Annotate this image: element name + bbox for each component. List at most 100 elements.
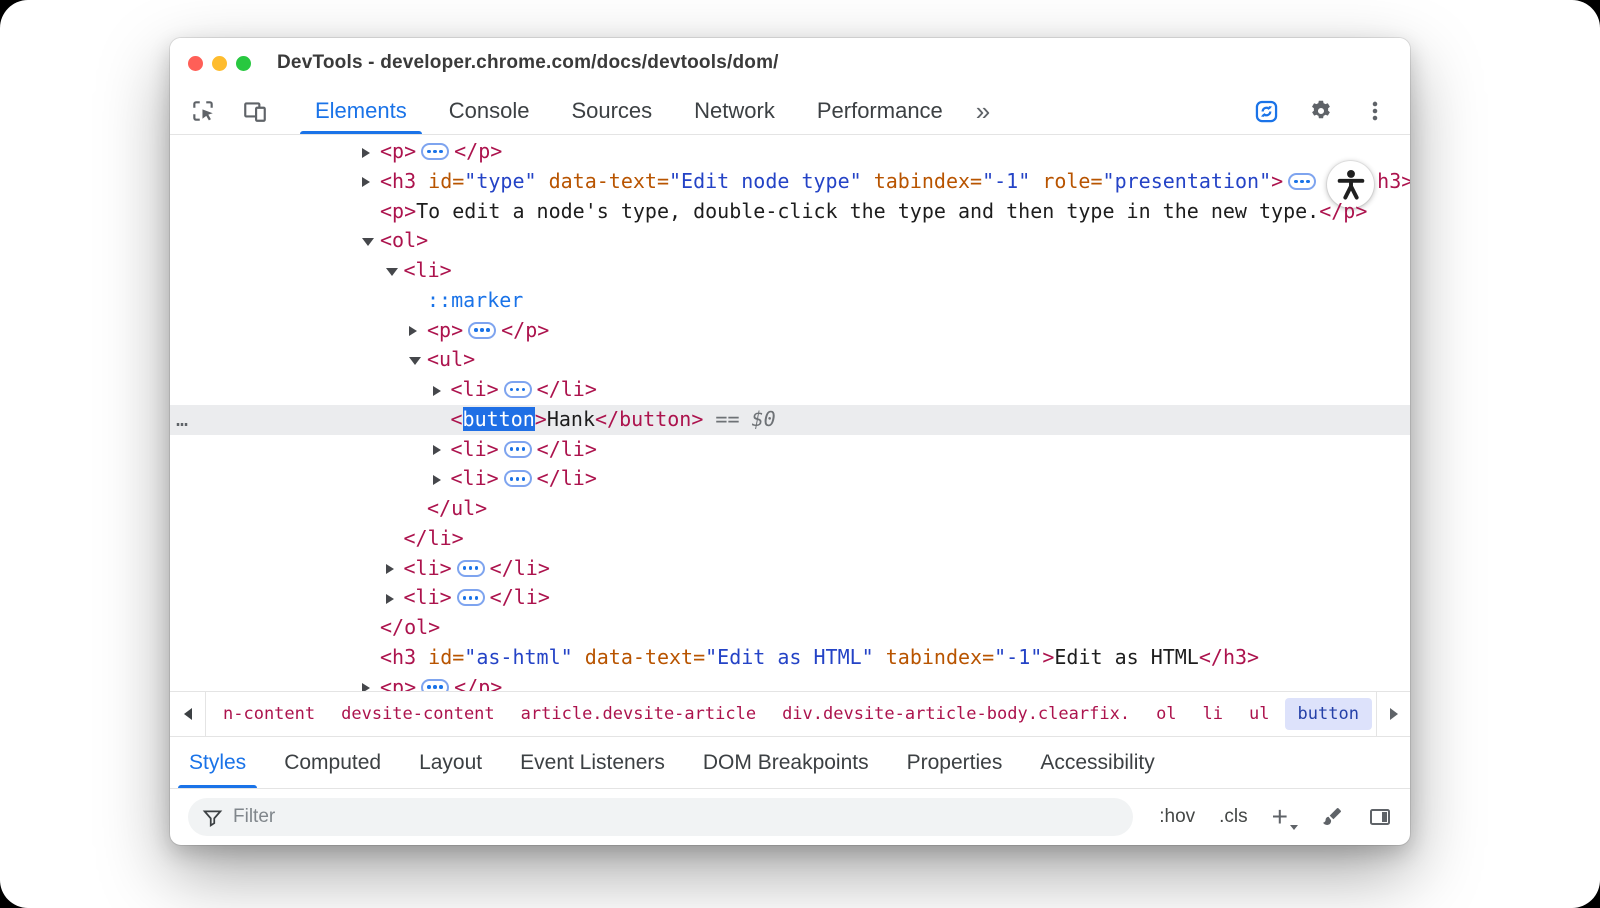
ellipsis-dot	[433, 685, 437, 689]
tab-dom-breakpoints[interactable]: DOM Breakpoints	[684, 737, 888, 788]
ellipsis-expand-button[interactable]	[421, 143, 449, 160]
dom-tree-row[interactable]: <li></li>	[170, 464, 1410, 494]
left-arrow-icon	[184, 708, 192, 720]
dom-tree-row[interactable]: </ol>	[170, 613, 1410, 643]
syntax-tag: <p>	[427, 318, 463, 342]
dom-tree-row[interactable]: <h3 id="as-html" data-text="Edit as HTML…	[170, 643, 1410, 673]
ellipsis-expand-button[interactable]	[457, 589, 485, 606]
row-overflow-dots[interactable]: …	[176, 405, 189, 435]
breadcrumb-item-ul[interactable]: ul	[1238, 698, 1280, 730]
breadcrumb-item-ol[interactable]: ol	[1145, 698, 1187, 730]
ellipsis-expand-button[interactable]	[1288, 173, 1316, 190]
dom-tree-row[interactable]: <li></li>	[170, 375, 1410, 405]
breadcrumb-item-div-devsite-article-body-clearfix[interactable]: div.devsite-article-body.clearfix.	[771, 698, 1141, 730]
more-tabs-button[interactable]: »	[964, 88, 1002, 134]
disclosure-right-arrow-icon[interactable]	[433, 445, 441, 455]
dom-tree-row[interactable]: <p></p>	[170, 673, 1410, 692]
dom-tree-row[interactable]: </ul>	[170, 494, 1410, 524]
dom-tree-row[interactable]: <li></li>	[170, 583, 1410, 613]
dom-tree-row[interactable]: <li></li>	[170, 435, 1410, 465]
ellipsis-dot	[427, 150, 431, 154]
more-options-icon[interactable]	[1362, 98, 1388, 124]
dom-tree-row[interactable]: <p>To edit a node's type, double-click t…	[170, 197, 1410, 227]
ellipsis-expand-button[interactable]	[468, 322, 496, 339]
tab-computed[interactable]: Computed	[265, 737, 400, 788]
tab-layout[interactable]: Layout	[400, 737, 501, 788]
ellipsis-dot	[463, 566, 467, 570]
breadcrumb-item-button[interactable]: button	[1285, 698, 1372, 730]
ellipsis-dot	[1306, 180, 1310, 184]
dom-tree-row[interactable]: <h3 id="type" data-text="Edit node type"…	[170, 167, 1410, 197]
breadcrumb-scroll-right-button[interactable]	[1376, 692, 1410, 736]
tab-network[interactable]: Network	[673, 88, 796, 134]
tab-properties[interactable]: Properties	[888, 737, 1022, 788]
disclosure-down-arrow-icon[interactable]	[386, 268, 398, 276]
syntax-eq: ==	[703, 407, 751, 431]
breadcrumb-scroll-left-button[interactable]	[170, 692, 206, 736]
disclosure-right-arrow-icon[interactable]	[362, 177, 370, 187]
device-toolbar-icon[interactable]	[242, 98, 268, 124]
breadcrumb-item-n-content[interactable]: n-content	[212, 698, 326, 730]
tab-sources[interactable]: Sources	[550, 88, 673, 134]
syntax-tag: <h3	[380, 169, 428, 193]
styles-toolbar: :hov .cls +	[170, 788, 1410, 845]
ellipsis-dot	[516, 477, 520, 481]
ellipsis-expand-button[interactable]	[457, 560, 485, 577]
screencast-icon[interactable]	[1253, 98, 1280, 125]
ellipsis-expand-button[interactable]	[504, 381, 532, 398]
disclosure-right-arrow-icon[interactable]	[433, 475, 441, 485]
dom-tree-row[interactable]: …<button>Hank</button> == $0	[170, 405, 1410, 435]
paintbrush-icon[interactable]	[1320, 805, 1344, 829]
dom-tree-panel: <p></p><h3 id="type" data-text="Edit nod…	[170, 135, 1410, 691]
minimize-button[interactable]	[212, 56, 227, 71]
syntax-attrval: "-1"	[982, 169, 1042, 193]
filter-box[interactable]	[188, 798, 1133, 836]
filter-funnel-icon	[202, 807, 223, 828]
dom-tree-row[interactable]: <p></p>	[170, 137, 1410, 167]
syntax-tag: </h3>	[1199, 645, 1259, 669]
disclosure-down-arrow-icon[interactable]	[362, 238, 374, 246]
disclosure-right-arrow-icon[interactable]	[386, 564, 394, 574]
main-tab-strip: ElementsConsoleSourcesNetworkPerformance	[294, 88, 964, 134]
inspect-element-icon[interactable]	[190, 98, 216, 124]
disclosure-right-arrow-icon[interactable]	[433, 386, 441, 396]
ellipsis-dot	[516, 447, 520, 451]
dock-sidebar-icon[interactable]	[1368, 805, 1392, 829]
syntax-tag: <li>	[451, 377, 499, 401]
toggle-pseudo-state-button[interactable]: :hov	[1159, 806, 1195, 828]
tab-accessibility[interactable]: Accessibility	[1021, 737, 1173, 788]
dom-tree-row[interactable]: <p></p>	[170, 316, 1410, 346]
zoom-button[interactable]	[236, 56, 251, 71]
ellipsis-expand-button[interactable]	[504, 441, 532, 458]
tab-console[interactable]: Console	[428, 88, 551, 134]
dom-tree-row[interactable]: <ol>	[170, 226, 1410, 256]
disclosure-right-arrow-icon[interactable]	[362, 148, 370, 158]
tab-elements[interactable]: Elements	[294, 88, 428, 134]
disclosure-right-arrow-icon[interactable]	[409, 326, 417, 336]
element-classes-button[interactable]: .cls	[1219, 806, 1248, 828]
breadcrumb-item-li[interactable]: li	[1192, 698, 1234, 730]
disclosure-down-arrow-icon[interactable]	[409, 357, 421, 365]
dom-tree-row[interactable]: </li>	[170, 524, 1410, 554]
syntax-tag: >	[1271, 169, 1283, 193]
tab-event-listeners[interactable]: Event Listeners	[501, 737, 684, 788]
breadcrumb-item-article-devsite-article[interactable]: article.devsite-article	[510, 698, 767, 730]
settings-gear-icon[interactable]	[1308, 98, 1334, 124]
tab-styles[interactable]: Styles	[170, 737, 265, 788]
tab-performance[interactable]: Performance	[796, 88, 964, 134]
filter-input[interactable]	[233, 806, 1119, 828]
ellipsis-expand-button[interactable]	[504, 470, 532, 487]
panel-tab-strip: StylesComputedLayoutEvent ListenersDOM B…	[170, 736, 1410, 788]
dom-tree-row[interactable]: <li>	[170, 256, 1410, 286]
disclosure-right-arrow-icon[interactable]	[362, 683, 370, 691]
close-button[interactable]	[188, 56, 203, 71]
ellipsis-dot	[516, 388, 520, 392]
new-style-rule-button[interactable]: +	[1272, 803, 1296, 831]
dom-tree-row[interactable]: <li></li>	[170, 554, 1410, 584]
ellipsis-expand-button[interactable]	[421, 679, 449, 692]
dom-tree-row[interactable]: <ul>	[170, 345, 1410, 375]
disclosure-right-arrow-icon[interactable]	[386, 594, 394, 604]
breadcrumb-item-devsite-content[interactable]: devsite-content	[330, 698, 506, 730]
ellipsis-dot	[522, 447, 526, 451]
dom-tree-row[interactable]: ::marker	[170, 286, 1410, 316]
